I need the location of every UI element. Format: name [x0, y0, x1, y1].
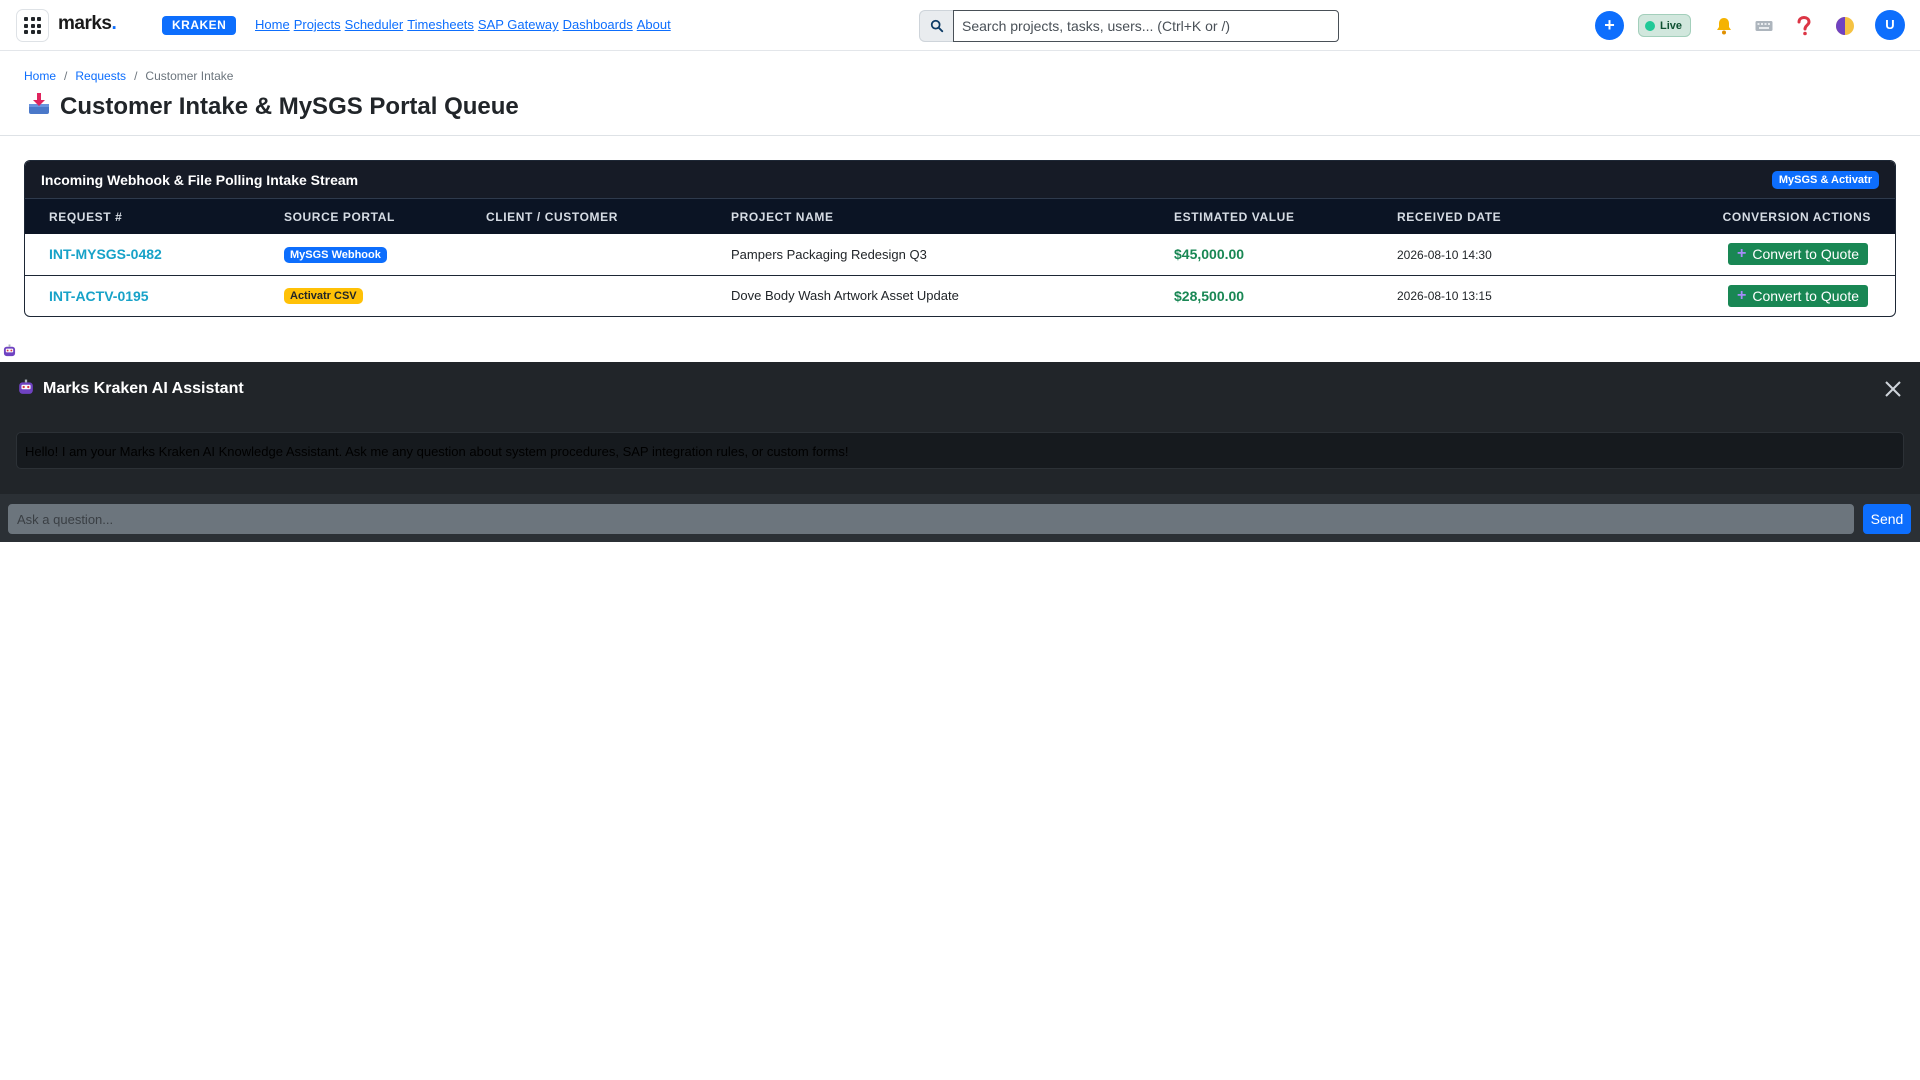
assistant-message: Hello! I am your Marks Kraken AI Knowled… — [16, 432, 1904, 469]
global-search — [919, 10, 1339, 42]
convert-to-quote-button[interactable]: + Convert to Quote — [1728, 243, 1868, 266]
intake-table: REQUEST # SOURCE PORTAL CLIENT / CUSTOME… — [25, 199, 1895, 316]
ask-question-input[interactable] — [8, 504, 1854, 534]
column-header[interactable]: SOURCE PORTAL — [260, 199, 462, 234]
ai-assistant-header: Marks Kraken AI Assistant — [0, 362, 1920, 416]
button-label: Convert to Quote — [1752, 246, 1859, 263]
brand-logo[interactable]: marks. — [58, 13, 117, 35]
nav-links: Home Projects Scheduler Timesheets SAP G… — [255, 17, 671, 32]
plus-icon: + — [1737, 286, 1747, 304]
project-name-cell: Dove Body Wash Artwork Asset Update — [731, 288, 959, 304]
table-row: INT-ACTV-0195 Activatr CSV Dove Body Was… — [25, 275, 1895, 316]
send-button[interactable]: Send — [1863, 504, 1911, 534]
breadcrumb-separator: / — [134, 69, 138, 83]
client-cell — [462, 275, 707, 316]
keyboard-icon[interactable] — [1752, 14, 1776, 38]
convert-to-quote-button[interactable]: + Convert to Quote — [1728, 284, 1868, 307]
column-header[interactable]: PROJECT NAME — [707, 199, 1150, 234]
search-input[interactable] — [953, 10, 1339, 42]
help-icon[interactable] — [1792, 14, 1816, 38]
button-label: Convert to Quote — [1752, 287, 1859, 304]
nav-link-timesheets[interactable]: Timesheets — [407, 17, 474, 32]
card-title: Incoming Webhook & File Polling Intake S… — [41, 171, 359, 188]
nav-link-scheduler[interactable]: Scheduler — [345, 17, 404, 32]
source-portal-badge: MySGS Webhook — [284, 246, 387, 263]
table-row: INT-MYSGS-0482 MySGS Webhook Pampers Pac… — [25, 234, 1895, 275]
source-portal-badge: Activatr CSV — [284, 288, 363, 305]
received-date: 2026-08-10 13:15 — [1397, 289, 1492, 304]
nav-link-sap-gateway[interactable]: SAP Gateway — [478, 17, 559, 32]
close-icon[interactable] — [1882, 378, 1904, 400]
column-header: CONVERSION ACTIONS — [1722, 209, 1871, 224]
breadcrumb-home[interactable]: Home — [24, 69, 56, 83]
create-new-button[interactable]: + — [1595, 11, 1624, 40]
top-navbar: marks. KRAKEN Home Projects Scheduler Ti… — [0, 0, 1920, 51]
ai-input-bar: Send — [0, 494, 1920, 542]
page-header: Home / Requests / Customer Intake Custom… — [0, 52, 1920, 136]
page-title-row: Customer Intake & MySGS Portal Queue — [28, 92, 519, 121]
received-date: 2026-08-10 14:30 — [1397, 247, 1492, 262]
column-header[interactable]: REQUEST # — [25, 199, 260, 234]
estimated-value: $45,000.00 — [1174, 246, 1245, 263]
breadcrumb: Home / Requests / Customer Intake — [24, 69, 233, 83]
ai-chat-body: Hello! I am your Marks Kraken AI Knowled… — [0, 416, 1920, 494]
plus-icon: + — [1737, 245, 1747, 263]
kraken-badge: KRAKEN — [162, 16, 237, 35]
estimated-value: $28,500.00 — [1174, 287, 1245, 304]
live-status-badge[interactable]: Live — [1638, 14, 1692, 37]
apps-menu-button[interactable] — [16, 9, 49, 42]
user-avatar[interactable]: U — [1875, 10, 1905, 40]
client-cell — [462, 234, 707, 275]
column-header[interactable]: ESTIMATED VALUE — [1150, 199, 1373, 234]
robot-icon — [18, 379, 34, 400]
nav-link-projects[interactable]: Projects — [294, 17, 341, 32]
live-dot-icon — [1645, 20, 1655, 31]
nav-link-about[interactable]: About — [637, 17, 671, 32]
column-header[interactable]: RECEIVED DATE — [1373, 199, 1623, 234]
robot-icon[interactable] — [3, 344, 16, 362]
ai-assistant-title: Marks Kraken AI Assistant — [43, 380, 244, 397]
grid-icon — [24, 17, 41, 34]
live-label: Live — [1660, 19, 1683, 32]
breadcrumb-requests[interactable]: Requests — [75, 69, 126, 83]
request-id-link[interactable]: INT-MYSGS-0482 — [49, 246, 162, 262]
breadcrumb-separator: / — [64, 69, 68, 83]
column-header[interactable]: CLIENT / CUSTOMER — [462, 199, 707, 234]
request-id-link[interactable]: INT-ACTV-0195 — [49, 288, 149, 304]
bell-icon[interactable] — [1712, 14, 1736, 38]
intake-stream-card: Incoming Webhook & File Polling Intake S… — [24, 160, 1896, 317]
nav-link-dashboards[interactable]: Dashboards — [563, 17, 633, 32]
table-header-row: REQUEST # SOURCE PORTAL CLIENT / CUSTOME… — [25, 199, 1895, 234]
search-icon — [919, 10, 953, 42]
page-title: Customer Intake & MySGS Portal Queue — [60, 92, 519, 120]
project-name-cell: Pampers Packaging Redesign Q3 — [731, 246, 927, 262]
inbox-tray-icon — [28, 92, 50, 121]
breadcrumb-current: Customer Intake — [145, 69, 234, 83]
nav-link-home[interactable]: Home — [255, 17, 290, 32]
source-badge: MySGS & Activatr — [1771, 170, 1879, 189]
card-header: Incoming Webhook & File Polling Intake S… — [25, 161, 1895, 199]
theme-toggle-icon[interactable] — [1833, 14, 1857, 38]
